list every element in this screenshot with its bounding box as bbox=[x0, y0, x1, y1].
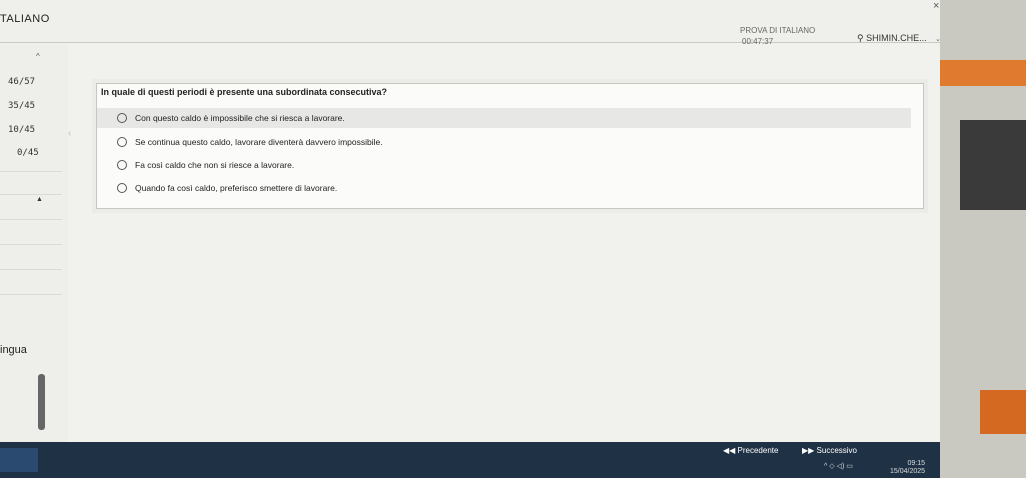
footer-nav: ◀◀ Precedente ▶▶ Successivo ^ ◇ ◁) ▭ 09:… bbox=[0, 442, 940, 478]
radio-button[interactable] bbox=[117, 113, 127, 123]
background-desk bbox=[940, 0, 1026, 478]
answer-option-label: Con questo caldo è impossibile che si ri… bbox=[135, 113, 345, 123]
user-name: SHIMIN.CHE... bbox=[866, 33, 927, 43]
sidebar-divider bbox=[0, 194, 62, 195]
system-tray-icons[interactable]: ^ ◇ ◁) ▭ bbox=[824, 462, 853, 470]
next-button[interactable]: ▶▶ Successivo bbox=[802, 446, 857, 455]
section-score[interactable]: 0/45 bbox=[17, 148, 39, 158]
previous-button[interactable]: ◀◀ Precedente bbox=[723, 446, 778, 455]
close-icon[interactable]: × bbox=[933, 0, 939, 12]
radio-button[interactable] bbox=[117, 183, 127, 193]
section-score[interactable]: 46/57 bbox=[8, 77, 35, 87]
test-name: PROVA DI ITALIANO bbox=[740, 26, 816, 35]
answer-option[interactable]: Quando fa così caldo, preferisco smetter… bbox=[97, 178, 911, 198]
answer-option[interactable]: Se continua questo caldo, lavorare diven… bbox=[97, 132, 911, 152]
app-title: TALIANO bbox=[0, 13, 50, 25]
radio-button[interactable] bbox=[117, 137, 127, 147]
sidebar-divider bbox=[0, 219, 62, 220]
answer-option[interactable]: Fa così caldo che non si riesce a lavora… bbox=[97, 155, 911, 175]
clock-date: 15/04/2025 bbox=[890, 468, 926, 475]
taskbar-clock[interactable]: 09:15 15/04/2025 bbox=[890, 460, 925, 476]
section-score[interactable]: 10/45 bbox=[8, 125, 35, 135]
background-keyboard bbox=[960, 120, 1026, 210]
header-bar: TALIANO PROVA DI ITALIANO 00:47:37 ⚲ SHI… bbox=[0, 0, 940, 46]
sidebar-divider bbox=[0, 171, 62, 172]
sidebar: ^ 46/57 35/45 10/45 0/45 ▲ ingua bbox=[0, 44, 68, 478]
user-menu[interactable]: ⚲ SHIMIN.CHE... bbox=[857, 33, 927, 44]
sidebar-section-label: ingua bbox=[0, 344, 27, 356]
test-screen: TALIANO PROVA DI ITALIANO 00:47:37 ⚲ SHI… bbox=[0, 0, 940, 478]
question-card: In quale di questi periodi è presente un… bbox=[96, 83, 924, 209]
sidebar-divider bbox=[0, 269, 62, 270]
question-text: In quale di questi periodi è presente un… bbox=[101, 87, 388, 97]
answer-option-label: Se continua questo caldo, lavorare diven… bbox=[135, 137, 383, 147]
answer-option-label: Fa così caldo che non si riesce a lavora… bbox=[135, 160, 295, 170]
user-icon: ⚲ bbox=[857, 33, 864, 43]
triangle-icon: ▲ bbox=[36, 196, 43, 203]
scroll-up-icon[interactable]: ^ bbox=[36, 52, 40, 61]
background-object bbox=[980, 390, 1026, 434]
answer-option[interactable]: Con questo caldo è impossibile che si ri… bbox=[97, 108, 911, 128]
sidebar-scrollbar[interactable] bbox=[38, 374, 45, 430]
answer-option-label: Quando fa così caldo, preferisco smetter… bbox=[135, 183, 338, 193]
timer: 00:47:37 bbox=[742, 37, 774, 46]
section-score[interactable]: 35/45 bbox=[8, 101, 35, 111]
background-object bbox=[940, 60, 1026, 86]
clock-time: 09:15 bbox=[907, 460, 926, 467]
chevron-left-icon[interactable]: ‹ bbox=[68, 128, 71, 139]
sidebar-divider bbox=[0, 294, 62, 295]
sidebar-divider bbox=[0, 244, 62, 245]
radio-button[interactable] bbox=[117, 160, 127, 170]
footer-accent bbox=[0, 448, 38, 472]
